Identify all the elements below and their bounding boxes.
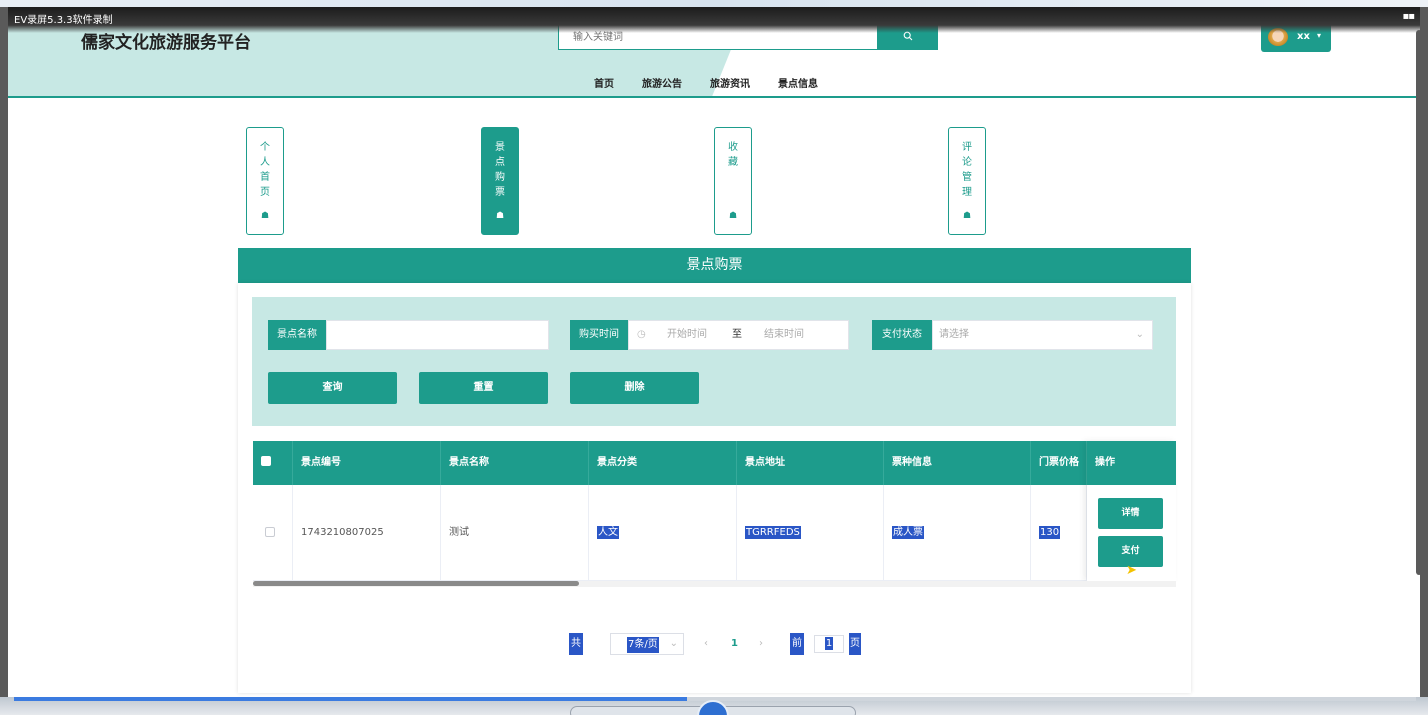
tab-comment-management[interactable]: 评论管理 ☗ (948, 127, 986, 235)
ticket-panel: 景点名称 购买时间 ◷ 开始时间 至 结束时间 支付状态 请选择 ⌄ 查询 重置… (238, 283, 1191, 693)
status-select[interactable]: 请选择 ⌄ (932, 320, 1153, 350)
detail-button[interactable]: 详情 (1098, 498, 1163, 529)
main-nav: 首页 旅游公告 旅游资讯 景点信息 (588, 75, 824, 90)
goto-page-input[interactable]: 1 (814, 635, 844, 653)
filter-area: 景点名称 购买时间 ◷ 开始时间 至 结束时间 支付状态 请选择 ⌄ 查询 重置… (252, 297, 1176, 426)
col-operations: 操作 (1087, 441, 1176, 485)
home-icon: ☗ (260, 211, 270, 221)
chevron-down-icon: ⌄ (669, 638, 678, 649)
header-divider (8, 96, 1420, 98)
col-ticket: 票种信息 (884, 441, 1031, 485)
col-price: 门票价格 (1031, 441, 1087, 485)
tab-label: 收藏 (728, 142, 738, 168)
row-checkbox[interactable] (265, 527, 275, 537)
cell-id-text: 1743210807025 (301, 527, 384, 538)
end-date-input[interactable]: 结束时间 (764, 321, 804, 349)
range-separator: 至 (732, 329, 742, 340)
recorder-title: EV录屏5.3.3软件录制 (14, 15, 113, 26)
cell-price: 130 (1031, 485, 1087, 581)
cell-category-text: 人文 (597, 526, 619, 539)
col-id: 景点编号 (293, 441, 441, 485)
col-category: 景点分类 (589, 441, 737, 485)
col-address: 景点地址 (737, 441, 884, 485)
table-row: 1743210807025 测试 人文 TGRRFEDS 成人票 130 (253, 485, 1176, 581)
nav-home[interactable]: 首页 (588, 75, 620, 90)
page-size-value: 7条/页 (627, 637, 659, 653)
goto-page-value: 1 (824, 637, 834, 650)
name-filter-label: 景点名称 (268, 320, 326, 350)
table-horizontal-scrollbar[interactable] (253, 581, 1176, 587)
clock-icon: ◷ (637, 329, 646, 340)
current-page[interactable]: 1 (731, 633, 738, 655)
tab-personal-home[interactable]: 个人首页 ☗ (246, 127, 284, 235)
page: 儒家文化旅游服务平台 首页 旅游公告 旅游资讯 景点信息 xx ▾ 个人首页 ☗… (8, 7, 1420, 697)
search-query-button[interactable]: 查询 (268, 372, 397, 404)
cell-address: TGRRFEDS (737, 485, 884, 581)
cell-name-text: 测试 (449, 527, 469, 538)
cell-ticket-text: 成人票 (892, 526, 924, 539)
pagination-total: 共 1 条 (569, 633, 583, 693)
home-icon: ☗ (728, 211, 738, 221)
recorder-title-bar: EV录屏5.3.3软件录制 ▪▪ (8, 7, 1420, 33)
mouse-cursor-icon: ➤ (1126, 563, 1137, 578)
cell-category: 人文 (589, 485, 737, 581)
cell-price-text: 130 (1039, 526, 1061, 539)
next-page-icon[interactable]: › (759, 633, 763, 655)
name-filter-input[interactable] (326, 320, 549, 350)
status-select-placeholder: 请选择 (939, 329, 969, 340)
page-size-select[interactable]: 7条/页 ⌄ (610, 633, 684, 655)
table-header: 景点编号 景点名称 景点分类 景点地址 票种信息 门票价格 (253, 441, 1176, 485)
cell-name: 测试 (441, 485, 589, 581)
chevron-down-icon: ⌄ (1135, 329, 1144, 340)
time-filter-label: 购买时间 (570, 320, 628, 350)
nav-attractions[interactable]: 景点信息 (772, 75, 824, 90)
cell-ticket: 成人票 (884, 485, 1031, 581)
nav-news[interactable]: 旅游资讯 (704, 75, 756, 90)
status-filter-label: 支付状态 (872, 320, 932, 350)
nav-announcements[interactable]: 旅游公告 (636, 75, 688, 90)
grid-icon[interactable]: ▪▪ (1402, 11, 1415, 22)
operations-column: 操作 详情 支付 (1087, 441, 1176, 581)
delete-button[interactable]: 删除 (570, 372, 699, 404)
progress-fill (14, 697, 687, 701)
reset-button[interactable]: 重置 (419, 372, 548, 404)
cell-id: 1743210807025 (293, 485, 441, 581)
prev-page-icon[interactable]: ‹ (704, 633, 708, 655)
recorder-top-strip (0, 0, 1428, 7)
col-name: 景点名称 (441, 441, 589, 485)
tab-label: 个人首页 (260, 142, 270, 198)
tab-ticket-purchase[interactable]: 景点购票 ☗ (481, 127, 519, 235)
tab-favorites[interactable]: 收藏 ☗ (714, 127, 752, 235)
select-all-cell (253, 441, 293, 485)
goto-prefix: 前往 (790, 633, 804, 671)
goto-suffix: 页 (849, 633, 861, 655)
select-all-checkbox[interactable] (261, 456, 271, 466)
tab-label: 评论管理 (962, 142, 972, 198)
cell-address-text: TGRRFEDS (745, 526, 801, 539)
ticket-table: 景点编号 景点名称 景点分类 景点地址 票种信息 门票价格 1743210807… (253, 441, 1176, 587)
date-range-picker[interactable]: ◷ 开始时间 至 结束时间 (628, 320, 849, 350)
row-select-cell (253, 485, 293, 581)
tab-label: 景点购票 (495, 142, 505, 198)
panel-title: 景点购票 (238, 248, 1191, 283)
home-icon: ☗ (495, 211, 505, 221)
start-date-input[interactable]: 开始时间 (667, 321, 707, 349)
scrollbar-thumb[interactable] (253, 581, 579, 586)
home-icon: ☗ (962, 211, 972, 221)
page-vertical-scrollbar[interactable] (1416, 30, 1422, 575)
